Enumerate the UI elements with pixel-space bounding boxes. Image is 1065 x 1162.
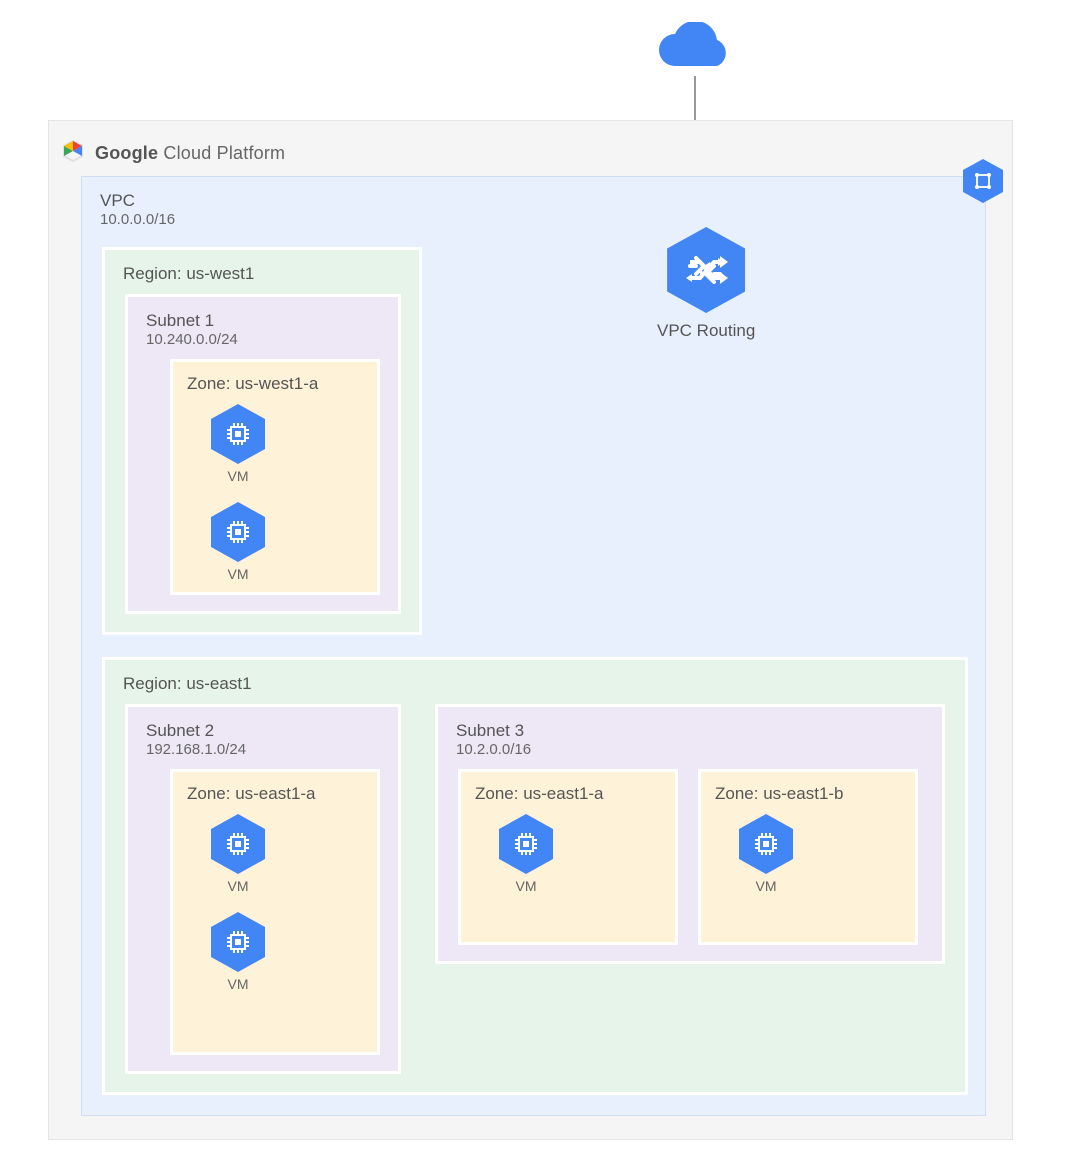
- zone-us-east1-a-s3: Zone: us-east1-a VM: [458, 769, 678, 945]
- zone-label: Zone: us-west1-a: [187, 374, 363, 394]
- vm-node: VM: [203, 814, 273, 894]
- vpc-routing-node: VPC Routing: [657, 227, 755, 341]
- region-label: Region: us-west1: [123, 264, 401, 284]
- subnet-title: Subnet 3: [456, 721, 924, 741]
- compute-chip-icon: [739, 814, 793, 874]
- vpc-network-badge-icon: [963, 159, 1003, 203]
- gcp-logo-icon: [61, 139, 85, 168]
- compute-chip-icon: [211, 404, 265, 464]
- region-us-east1: Region: us-east1 Subnet 2 192.168.1.0/24…: [102, 657, 968, 1095]
- subnet-title: Subnet 2: [146, 721, 380, 741]
- subnet-1: Subnet 1 10.240.0.0/24 Zone: us-west1-a …: [125, 294, 401, 614]
- subnet-cidr: 192.168.1.0/24: [146, 741, 380, 758]
- zone-us-east1-b: Zone: us-east1-b VM: [698, 769, 918, 945]
- subnet-3: Subnet 3 10.2.0.0/16 Zone: us-east1-a VM…: [435, 704, 945, 964]
- vm-label: VM: [228, 468, 249, 484]
- region-us-west1: Region: us-west1 Subnet 1 10.240.0.0/24 …: [102, 247, 422, 635]
- internet-cloud-icon: [655, 22, 735, 83]
- gcp-platform-container: Google Cloud Platform VPC 10.0.0.0/16: [48, 120, 1013, 1140]
- vpc-title: VPC: [100, 191, 175, 211]
- subnet-title: Subnet 1: [146, 311, 380, 331]
- subnet-2: Subnet 2 192.168.1.0/24 Zone: us-east1-a…: [125, 704, 401, 1074]
- vm-label: VM: [228, 878, 249, 894]
- vm-label: VM: [228, 566, 249, 582]
- zone-label: Zone: us-east1-a: [187, 784, 363, 804]
- vm-node: VM: [491, 814, 561, 894]
- vm-label: VM: [516, 878, 537, 894]
- vm-node: VM: [203, 502, 273, 582]
- vpc-routing-label: VPC Routing: [657, 321, 755, 341]
- vm-label: VM: [756, 878, 777, 894]
- vm-node: VM: [203, 404, 273, 484]
- vm-label: VM: [228, 976, 249, 992]
- gcp-header: Google Cloud Platform: [61, 139, 285, 168]
- compute-chip-icon: [499, 814, 553, 874]
- gcp-brand-text: Google Cloud Platform: [95, 143, 285, 164]
- subnet-cidr: 10.240.0.0/24: [146, 331, 380, 348]
- compute-chip-icon: [211, 912, 265, 972]
- zone-us-east1-a-s2: Zone: us-east1-a VM VM: [170, 769, 380, 1055]
- routing-hex-icon: [667, 227, 745, 313]
- zone-label: Zone: us-east1-a: [475, 784, 661, 804]
- compute-chip-icon: [211, 814, 265, 874]
- compute-chip-icon: [211, 502, 265, 562]
- zone-us-west1-a: Zone: us-west1-a VM VM: [170, 359, 380, 595]
- vm-node: VM: [203, 912, 273, 992]
- vpc-cidr: 10.0.0.0/16: [100, 211, 175, 228]
- vm-node: VM: [731, 814, 801, 894]
- subnet-cidr: 10.2.0.0/16: [456, 741, 924, 758]
- region-label: Region: us-east1: [123, 674, 947, 694]
- zone-label: Zone: us-east1-b: [715, 784, 901, 804]
- vpc-container: VPC 10.0.0.0/16 VPC: [81, 176, 986, 1116]
